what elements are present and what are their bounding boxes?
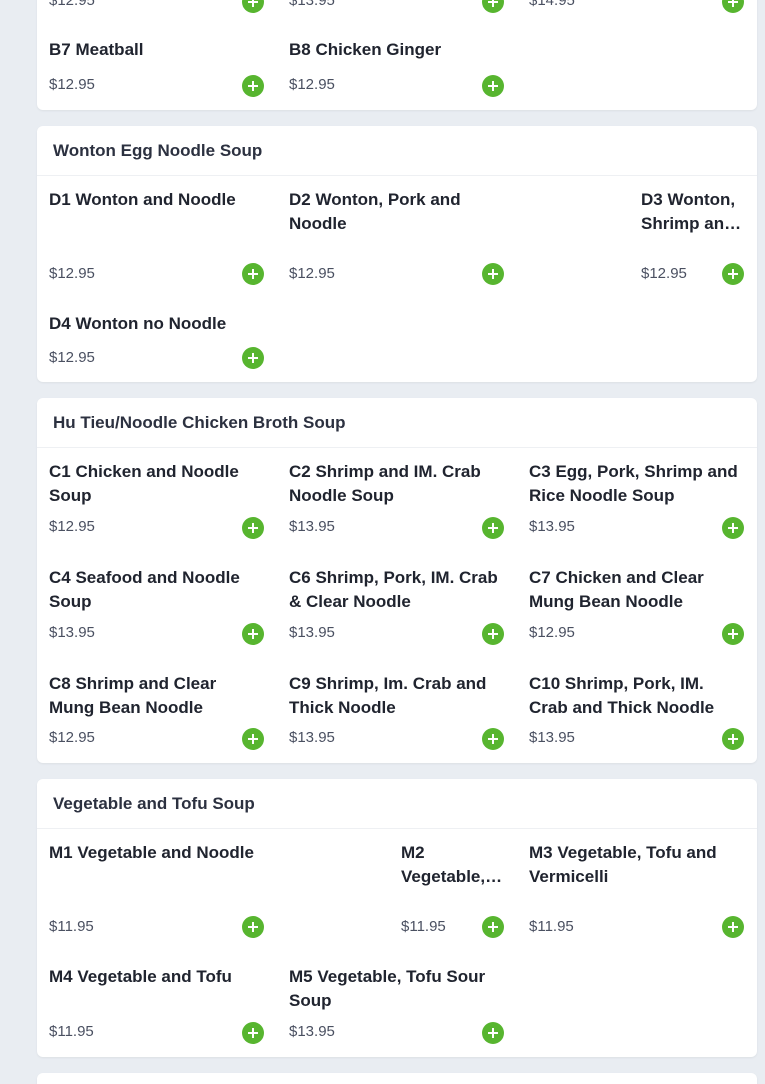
item-name: C8 Shrimp and Clear Mung Bean Noodle bbox=[49, 674, 217, 717]
menu-section-wonton: Wonton Egg Noodle Soup D1 Wonton and Noo… bbox=[37, 126, 757, 382]
add-item-button[interactable] bbox=[482, 916, 504, 938]
menu-item[interactable]: D1 Wonton and Noodle $12.95 bbox=[49, 188, 264, 288]
item-name: M3 Vegetable, Tofu and Vermicelli bbox=[529, 843, 717, 886]
item-name: B7 Meatball bbox=[49, 40, 144, 59]
menu-section-next bbox=[37, 1073, 757, 1084]
menu-item[interactable]: B7 Meatball $12.95 bbox=[49, 38, 264, 104]
item-price: $13.95 bbox=[289, 0, 335, 9]
menu-item[interactable]: M4 Vegetable and Tofu $11.95 bbox=[49, 965, 264, 1051]
item-name: C9 Shrimp, Im. Crab and Thick Noodle bbox=[289, 674, 487, 717]
menu-section-vegetable-tofu: Vegetable and Tofu Soup M1 Vegetable and… bbox=[37, 779, 757, 1057]
item-name: C3 Egg, Pork, Shrimp and Rice Noodle Sou… bbox=[529, 462, 738, 505]
menu-item[interactable]: C2 Shrimp and IM. Crab Noodle Soup $13.9… bbox=[289, 460, 504, 546]
menu-item[interactable]: C6 Shrimp, Pork, IM. Crab & Clear Noodle… bbox=[289, 566, 511, 652]
item-price: $13.95 bbox=[289, 518, 335, 535]
item-price: $11.95 bbox=[401, 918, 446, 935]
item-name: B8 Chicken Ginger bbox=[289, 40, 442, 59]
menu-item[interactable]: C3 Egg, Pork, Shrimp and Rice Noodle Sou… bbox=[529, 460, 745, 546]
menu-item[interactable]: C1 Chicken and Noodle Soup $12.95 bbox=[49, 460, 264, 546]
add-item-button[interactable] bbox=[242, 263, 264, 285]
item-name: M2 Vegetable, Tofu and Noodle bbox=[401, 843, 486, 886]
add-item-button[interactable] bbox=[482, 75, 504, 97]
item-name: D3 Wonton, Shrimp and Noodle bbox=[641, 190, 736, 233]
add-item-button[interactable] bbox=[242, 0, 264, 13]
add-item-button[interactable] bbox=[242, 728, 264, 750]
item-price: $13.95 bbox=[289, 1023, 335, 1040]
item-price: $12.95 bbox=[49, 76, 95, 93]
item-name: M1 Vegetable and Noodle bbox=[49, 843, 254, 862]
menu-item[interactable]: D2 Wonton, Pork and Noodle $12.95 bbox=[289, 188, 504, 288]
item-price: $11.95 bbox=[49, 1023, 94, 1040]
item-name: D1 Wonton and Noodle bbox=[49, 190, 236, 209]
menu-item[interactable]: C8 Shrimp and Clear Mung Bean Noodle $12… bbox=[49, 672, 264, 758]
item-name: C7 Chicken and Clear Mung Bean Noodle bbox=[529, 568, 704, 611]
item-price: $11.95 bbox=[529, 918, 574, 935]
menu-item[interactable]: M2 Vegetable, Tofu and Noodle $11.95 bbox=[401, 841, 505, 941]
add-item-button[interactable] bbox=[722, 517, 744, 539]
menu-item[interactable]: D3 Wonton, Shrimp and Noodle $12.95 bbox=[641, 188, 745, 288]
menu-item[interactable]: $12.95 bbox=[49, 0, 264, 20]
menu-section-hu-tieu: Hu Tieu/Noodle Chicken Broth Soup C1 Chi… bbox=[37, 398, 757, 763]
item-name: C1 Chicken and Noodle Soup bbox=[49, 462, 239, 505]
add-item-button[interactable] bbox=[722, 0, 744, 13]
add-item-button[interactable] bbox=[722, 916, 744, 938]
add-item-button[interactable] bbox=[482, 623, 504, 645]
item-name: D2 Wonton, Pork and Noodle bbox=[289, 190, 461, 233]
menu-item[interactable]: M5 Vegetable, Tofu Sour Soup $13.95 bbox=[289, 965, 504, 1051]
item-price: $13.95 bbox=[529, 518, 575, 535]
add-item-button[interactable] bbox=[482, 517, 504, 539]
item-name: C10 Shrimp, Pork, IM. Crab and Thick Noo… bbox=[529, 674, 715, 717]
menu-item[interactable]: $13.95 bbox=[289, 0, 504, 20]
add-item-button[interactable] bbox=[482, 728, 504, 750]
add-item-button[interactable] bbox=[242, 916, 264, 938]
item-name: C6 Shrimp, Pork, IM. Crab & Clear Noodle bbox=[289, 568, 498, 611]
item-name: M5 Vegetable, Tofu Sour Soup bbox=[289, 967, 486, 1010]
add-item-button[interactable] bbox=[482, 0, 504, 13]
item-price: $12.95 bbox=[49, 729, 95, 746]
item-price: $12.95 bbox=[49, 518, 95, 535]
add-item-button[interactable] bbox=[242, 517, 264, 539]
add-item-button[interactable] bbox=[242, 75, 264, 97]
add-item-button[interactable] bbox=[242, 623, 264, 645]
menu-item[interactable]: B8 Chicken Ginger $12.95 bbox=[289, 38, 504, 104]
item-price: $13.95 bbox=[289, 729, 335, 746]
menu-item[interactable]: $14.95 bbox=[529, 0, 744, 20]
item-name: D4 Wonton no Noodle bbox=[49, 314, 227, 333]
section-title: Hu Tieu/Noodle Chicken Broth Soup bbox=[37, 398, 757, 448]
item-price: $12.95 bbox=[641, 265, 687, 282]
item-name: C4 Seafood and Noodle Soup bbox=[49, 568, 240, 611]
item-price: $12.95 bbox=[49, 265, 95, 282]
item-name: C2 Shrimp and IM. Crab Noodle Soup bbox=[289, 462, 481, 505]
section-title: Wonton Egg Noodle Soup bbox=[37, 126, 757, 176]
item-price: $12.95 bbox=[49, 0, 95, 9]
add-item-button[interactable] bbox=[722, 728, 744, 750]
item-price: $12.95 bbox=[289, 76, 335, 93]
add-item-button[interactable] bbox=[722, 623, 744, 645]
menu-item[interactable]: D4 Wonton no Noodle $12.95 bbox=[49, 312, 264, 378]
item-name: M4 Vegetable and Tofu bbox=[49, 967, 232, 986]
item-price: $12.95 bbox=[49, 349, 95, 366]
section-title: Vegetable and Tofu Soup bbox=[37, 779, 757, 829]
item-price: $11.95 bbox=[49, 918, 94, 935]
item-price: $14.95 bbox=[529, 0, 575, 9]
add-item-button[interactable] bbox=[242, 347, 264, 369]
add-item-button[interactable] bbox=[482, 1022, 504, 1044]
item-price: $12.95 bbox=[529, 624, 575, 641]
add-item-button[interactable] bbox=[722, 263, 744, 285]
item-price: $12.95 bbox=[289, 265, 335, 282]
menu-section-b: $12.95 $13.95 $14.95 B7 Meatball $12.95 … bbox=[37, 0, 757, 110]
item-price: $13.95 bbox=[289, 624, 335, 641]
add-item-button[interactable] bbox=[242, 1022, 264, 1044]
menu-item[interactable]: C4 Seafood and Noodle Soup $13.95 bbox=[49, 566, 264, 652]
menu-item[interactable]: C7 Chicken and Clear Mung Bean Noodle $1… bbox=[529, 566, 745, 652]
menu-item[interactable]: C10 Shrimp, Pork, IM. Crab and Thick Noo… bbox=[529, 672, 745, 758]
menu-item[interactable]: C9 Shrimp, Im. Crab and Thick Noodle $13… bbox=[289, 672, 504, 758]
menu-item[interactable]: M3 Vegetable, Tofu and Vermicelli $11.95 bbox=[529, 841, 745, 941]
add-item-button[interactable] bbox=[482, 263, 504, 285]
item-price: $13.95 bbox=[49, 624, 95, 641]
menu-item[interactable]: M1 Vegetable and Noodle $11.95 bbox=[49, 841, 264, 941]
item-price: $13.95 bbox=[529, 729, 575, 746]
